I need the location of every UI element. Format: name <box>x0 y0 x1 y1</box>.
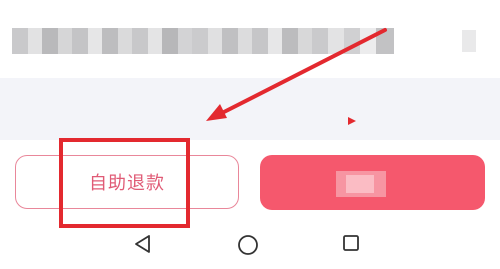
annotation-arrow <box>206 28 387 125</box>
small-marker-icon <box>348 117 356 125</box>
